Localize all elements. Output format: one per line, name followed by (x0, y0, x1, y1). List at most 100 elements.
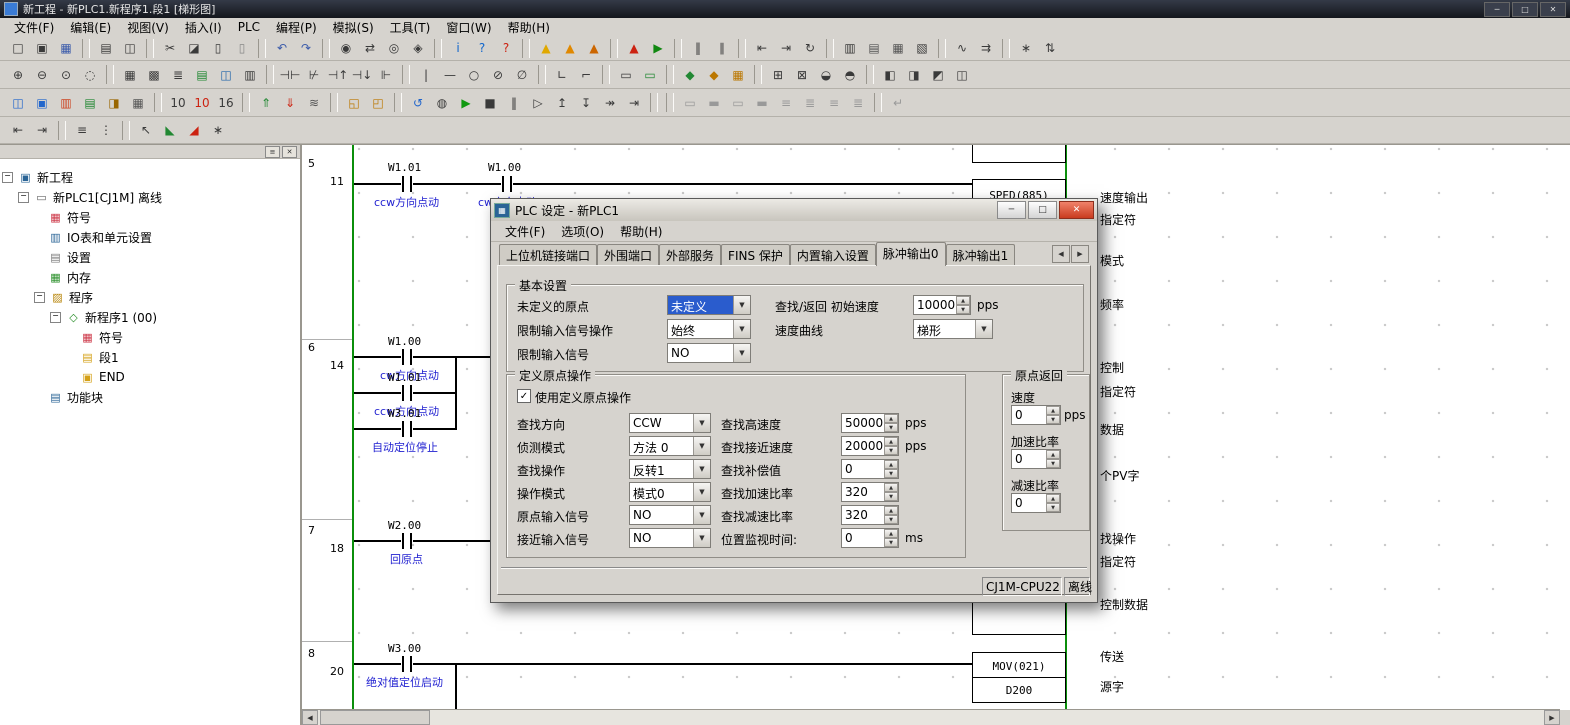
spin-down-icon[interactable] (884, 538, 898, 547)
close-panel-icon[interactable] (282, 146, 297, 158)
toolbar-icon[interactable]: ▥ (54, 91, 78, 114)
dialog-title-bar[interactable]: PLC 设定 - 新PLC1 (491, 199, 1097, 222)
toolbar-icon[interactable]: ? (494, 37, 518, 60)
toolbar-icon[interactable]: ◫ (6, 91, 30, 114)
toolbar-icon[interactable]: ⊘ (486, 63, 510, 86)
menu-item[interactable]: 工具(T) (382, 18, 439, 37)
toolbar-icon[interactable]: ≣ (846, 91, 870, 114)
toolbar-icon[interactable]: ↖ (134, 119, 158, 142)
dock-icon[interactable] (265, 146, 280, 158)
approach-input-signal-dropdown[interactable]: NO (629, 528, 711, 548)
mov-operand-cell[interactable]: D200 (972, 677, 1066, 703)
toolbar-icon[interactable]: ▤ (190, 63, 214, 86)
toolbar-icon[interactable]: ◣ (158, 119, 182, 142)
spin-up-icon[interactable] (1046, 494, 1060, 503)
spin-up-icon[interactable] (884, 437, 898, 446)
toolbar-icon[interactable]: ▦ (726, 63, 750, 86)
toolbar-icon[interactable]: ▦ (118, 63, 142, 86)
spin-down-icon[interactable] (884, 492, 898, 501)
chevron-down-icon[interactable] (693, 414, 710, 432)
toolbar-icon[interactable]: ≣ (798, 91, 822, 114)
toolbar-icon[interactable]: ◒ (814, 63, 838, 86)
toolbar-icon[interactable]: ⊕ (6, 63, 30, 86)
toolbar-icon[interactable]: ⇄ (358, 37, 382, 60)
toolbar-icon[interactable]: ⊬ (302, 63, 326, 86)
toolbar-icon[interactable]: ↵ (886, 91, 910, 114)
toolbar-icon[interactable]: ◱ (342, 91, 366, 114)
spin-down-icon[interactable] (884, 446, 898, 455)
toolbar-icon[interactable]: □ (6, 37, 30, 60)
toolbar-icon[interactable]: ⇥ (30, 119, 54, 142)
use-define-origin-checkbox[interactable] (517, 389, 531, 403)
toolbar-icon[interactable]: ∗ (206, 119, 230, 142)
tree-item-function-blocks[interactable]: 功能块 (0, 387, 300, 407)
search-approach-speed-spinner[interactable]: 20000 (841, 436, 899, 456)
toolbar-icon[interactable]: ↠ (598, 91, 622, 114)
spin-up-icon[interactable] (884, 506, 898, 515)
limit-input-signal-dropdown[interactable]: NO (667, 343, 751, 363)
chevron-down-icon[interactable] (693, 483, 710, 501)
scroll-left-icon[interactable] (302, 710, 318, 725)
toolbar-icon[interactable]: ◨ (902, 63, 926, 86)
toolbar-icon[interactable]: ▷ (526, 91, 550, 114)
toolbar-icon[interactable]: ◧ (878, 63, 902, 86)
tab-external-svc[interactable]: 外部服务 (659, 244, 721, 265)
spin-up-icon[interactable] (956, 296, 970, 305)
spin-down-icon[interactable] (884, 423, 898, 432)
toolbar-icon[interactable]: ▤ (862, 37, 886, 60)
toolbar-icon[interactable]: ◈ (406, 37, 430, 60)
horizontal-scrollbar[interactable] (302, 709, 1560, 725)
toolbar-icon[interactable]: ▯ (230, 37, 254, 60)
tab-scroll-left-icon[interactable] (1052, 245, 1070, 263)
origin-input-signal-dropdown[interactable]: NO (629, 505, 711, 525)
toolbar-icon[interactable]: ≣ (166, 63, 190, 86)
return-speed-spinner[interactable]: 0 (1011, 405, 1061, 425)
menu-item[interactable]: 编程(P) (268, 18, 325, 37)
toolbar-icon[interactable]: ≡ (70, 119, 94, 142)
dialog-menu-item[interactable]: 文件(F) (497, 222, 553, 241)
menu-item[interactable]: 模拟(S) (325, 18, 382, 37)
minimize-button[interactable]: ─ (1484, 2, 1510, 17)
toolbar-icon[interactable]: ∟ (550, 63, 574, 86)
collapse-icon[interactable] (18, 192, 29, 203)
tree-item-end[interactable]: END (0, 367, 300, 387)
toolbar-icon[interactable]: ⊣↓ (350, 63, 374, 86)
tab-builtin-input[interactable]: 内置输入设置 (790, 244, 876, 265)
chevron-down-icon[interactable] (693, 529, 710, 547)
chevron-down-icon[interactable] (733, 320, 750, 338)
toolbar-icon[interactable]: ◪ (182, 37, 206, 60)
collapse-icon[interactable] (2, 172, 13, 183)
toolbar-icon[interactable]: ⊣↑ (326, 63, 350, 86)
dialog-minimize-button[interactable] (997, 201, 1026, 219)
toolbar-icon[interactable]: ▩ (142, 63, 166, 86)
toolbar-icon[interactable]: ▶ (454, 91, 478, 114)
toolbar-icon[interactable]: ◉ (334, 37, 358, 60)
toolbar-icon[interactable]: ▭ (638, 63, 662, 86)
toolbar-icon[interactable]: ▭ (614, 63, 638, 86)
toolbar-icon[interactable]: ▧ (910, 37, 934, 60)
search-operation-dropdown[interactable]: 反转1 (629, 459, 711, 479)
menu-item[interactable]: 视图(V) (119, 18, 177, 37)
toolbar-icon[interactable]: ◩ (926, 63, 950, 86)
menu-item[interactable]: PLC (230, 19, 268, 35)
return-decel-spinner[interactable]: 0 (1011, 493, 1061, 513)
toolbar-icon[interactable]: ▥ (838, 37, 862, 60)
toolbar-icon[interactable]: ≡ (774, 91, 798, 114)
scroll-right-icon[interactable] (1544, 710, 1560, 725)
toolbar-icon[interactable]: ◌ (78, 63, 102, 86)
toolbar-icon[interactable]: ⇓ (278, 91, 302, 114)
instruction-block-partial[interactable] (972, 145, 1066, 163)
scroll-track[interactable] (318, 710, 1544, 725)
det-mode-dropdown[interactable]: 方法 0 (629, 436, 711, 456)
toolbar-icon[interactable]: ↺ (406, 91, 430, 114)
spin-down-icon[interactable] (1046, 459, 1060, 468)
toolbar-icon[interactable]: ◫ (950, 63, 974, 86)
spin-down-icon[interactable] (1046, 503, 1060, 512)
toolbar-icon[interactable]: 10 (166, 91, 190, 114)
toolbar-icon[interactable]: ◍ (430, 91, 454, 114)
toolbar-icon[interactable]: ↶ (270, 37, 294, 60)
search-direction-dropdown[interactable]: CCW (629, 413, 711, 433)
operation-mode-dropdown[interactable]: 模式0 (629, 482, 711, 502)
spin-down-icon[interactable] (884, 469, 898, 478)
dialog-maximize-button[interactable] (1028, 201, 1057, 219)
